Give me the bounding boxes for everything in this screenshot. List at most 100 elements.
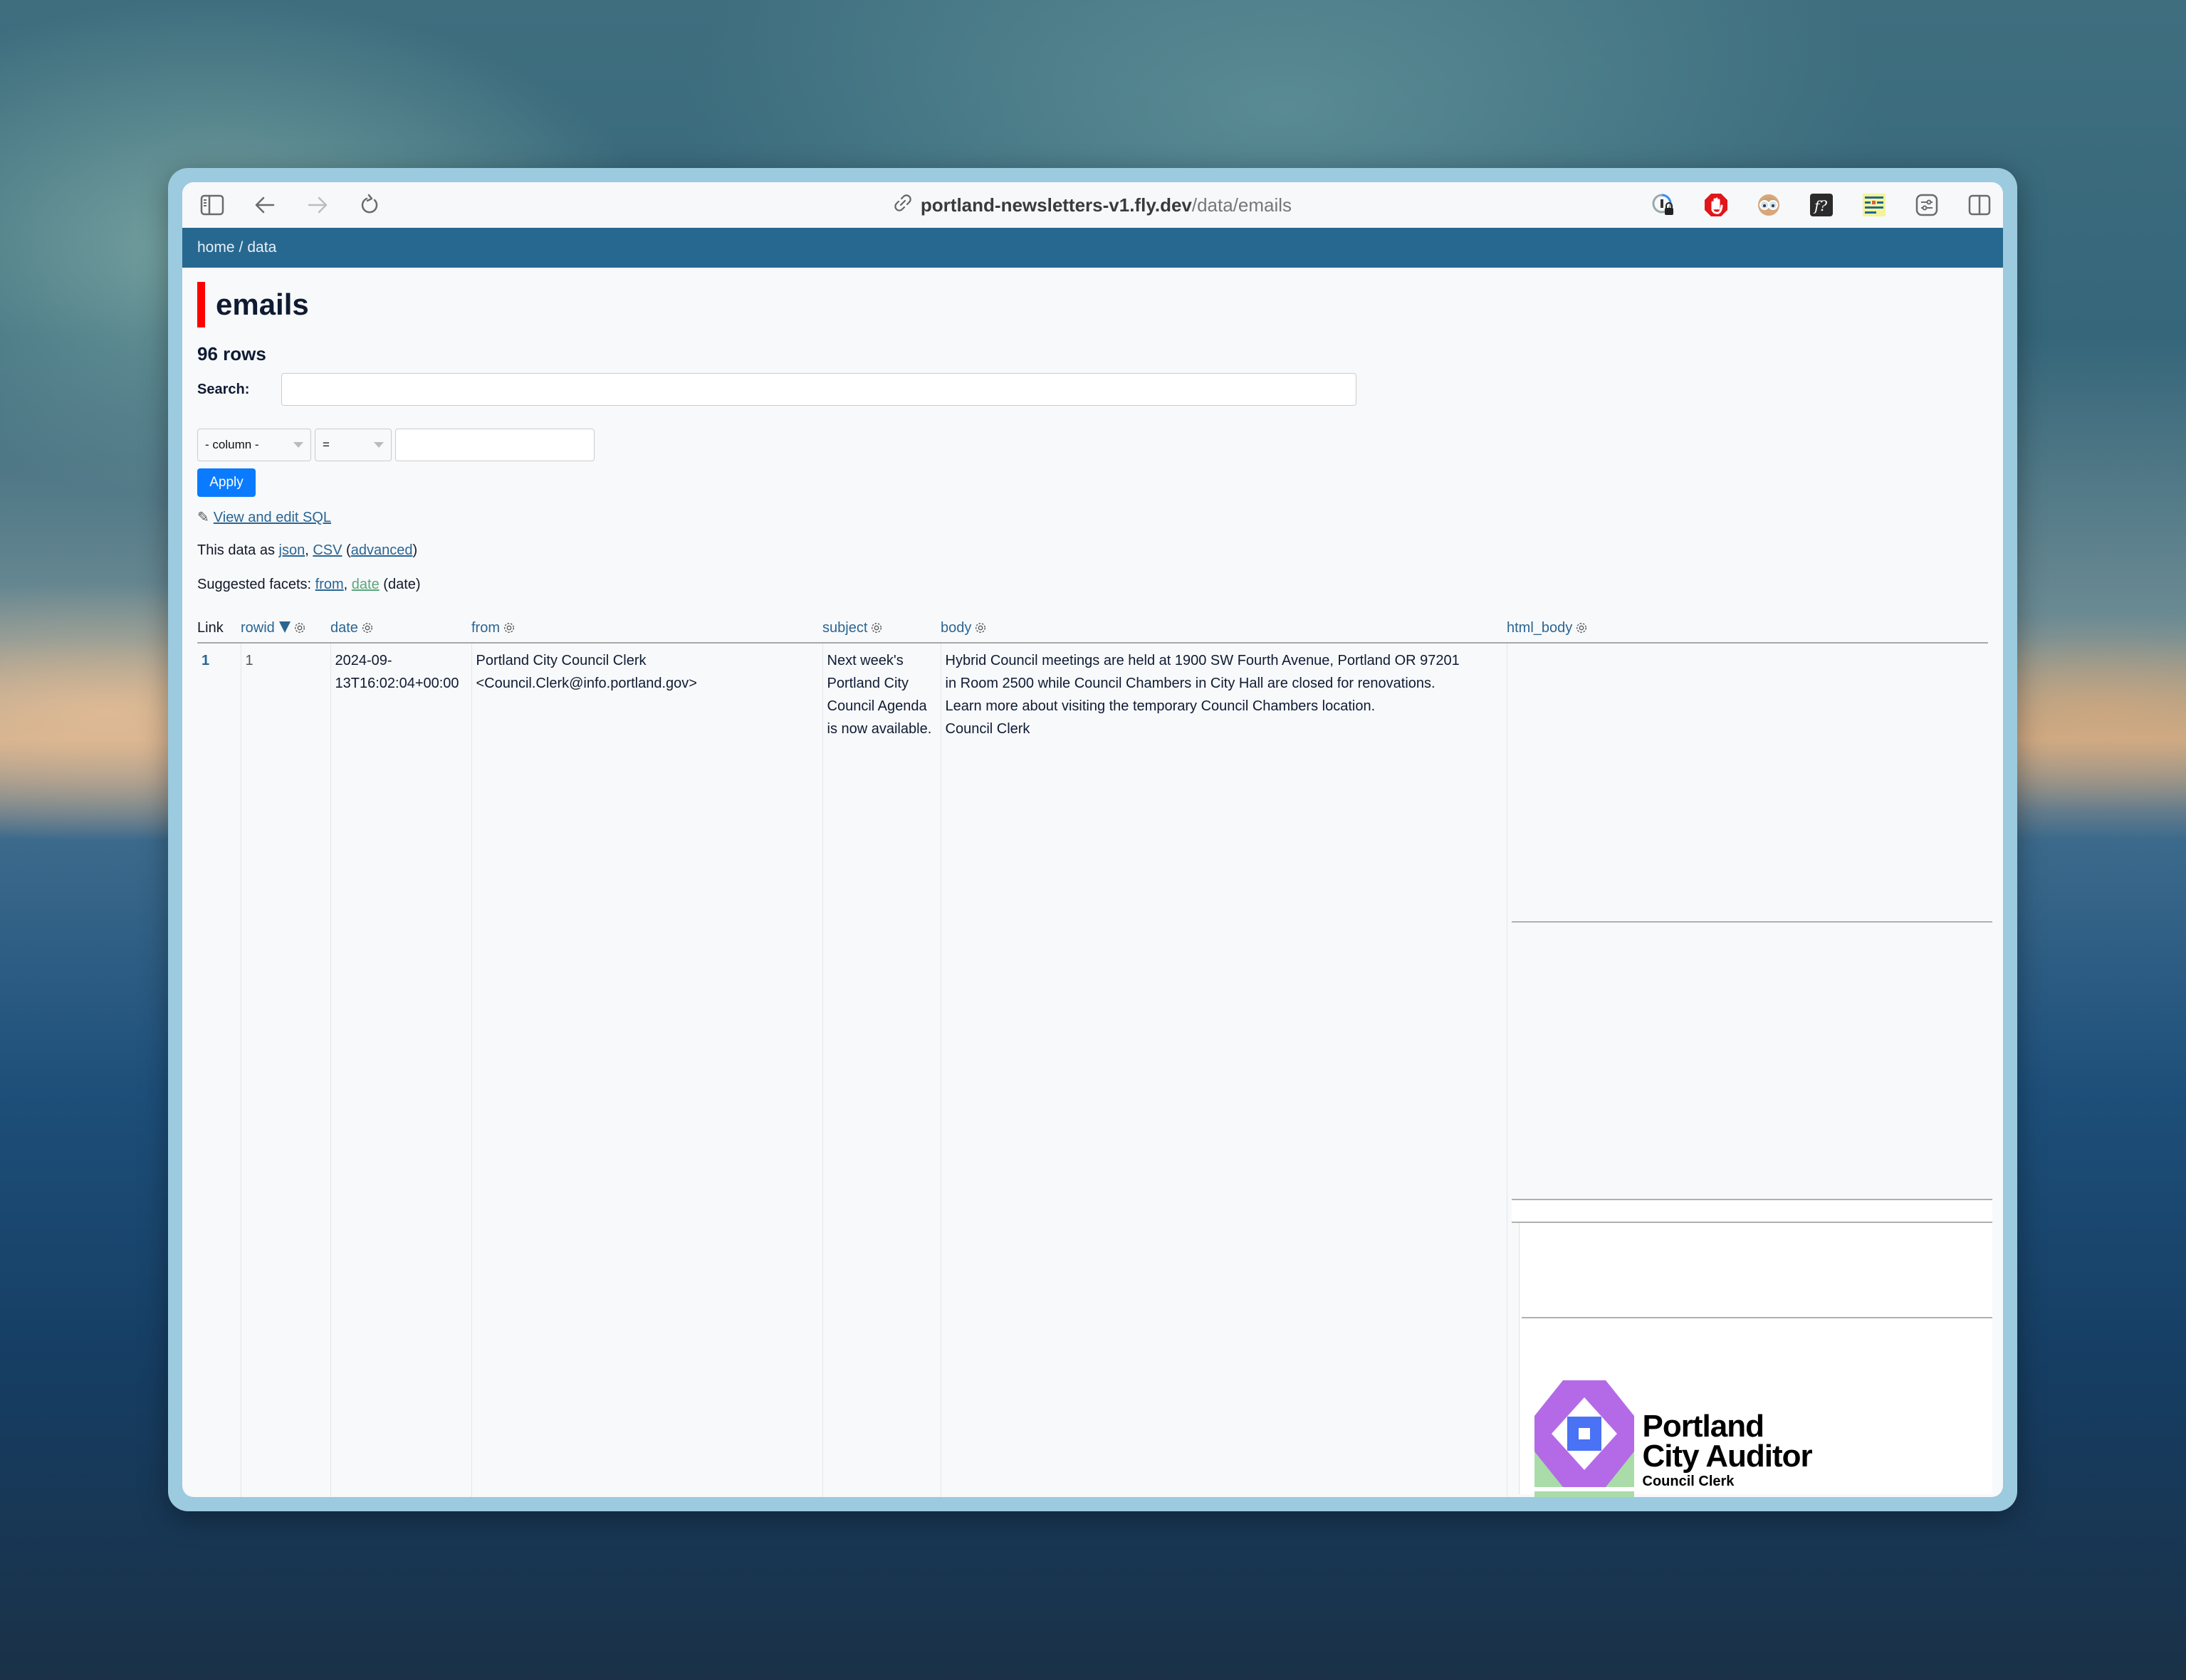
body-line: Council Clerk xyxy=(945,721,1030,737)
body-line: in Room 2500 while Council Chambers in C… xyxy=(945,676,1435,691)
column-label[interactable]: from xyxy=(471,620,500,636)
cell-rowid: 1 xyxy=(240,643,330,1497)
column-header-subject[interactable]: subject xyxy=(822,616,941,644)
gear-icon[interactable] xyxy=(361,621,374,634)
cell-subject: Next week's Portland City Council Agenda… xyxy=(822,643,941,1497)
cell-link: 1 xyxy=(197,643,241,1497)
facets-comma: , xyxy=(343,577,348,592)
column-header-body[interactable]: body xyxy=(941,616,1507,644)
chevron-down-icon xyxy=(374,442,384,448)
paren-open: ( xyxy=(346,542,351,558)
export-comma: , xyxy=(305,542,309,558)
paren-close: ) xyxy=(412,542,418,558)
column-label[interactable]: rowid xyxy=(241,620,275,636)
column-header-date[interactable]: date xyxy=(330,616,471,644)
url-path: /data/emails xyxy=(1191,194,1292,216)
split-view-icon[interactable] xyxy=(1967,192,1992,218)
site-navbar: home / data xyxy=(182,228,2003,268)
from-email: <Council.Clerk@info.portland.gov> xyxy=(476,676,697,691)
svg-text:f?: f? xyxy=(1813,197,1827,214)
settings-sliders-icon[interactable] xyxy=(1914,192,1940,218)
search-label: Search: xyxy=(197,381,250,397)
browser-window: portland-newsletters-v1.fly.dev/data/ema… xyxy=(182,182,2003,1497)
layout-bars-icon[interactable] xyxy=(1861,192,1887,218)
breadcrumb-home[interactable]: home xyxy=(197,239,235,256)
facet-from-link[interactable]: from xyxy=(315,577,344,592)
column-label[interactable]: subject xyxy=(822,620,867,636)
1password-icon[interactable] xyxy=(1651,192,1676,218)
url-host: portland-newsletters-v1.fly.dev xyxy=(920,194,1192,216)
link-icon xyxy=(894,194,912,217)
export-json-link[interactable]: json xyxy=(279,542,305,558)
title-accent-bar xyxy=(197,282,205,327)
sort-desc-icon xyxy=(278,621,291,633)
logo-line-3: Council Clerk xyxy=(1642,1474,1735,1489)
breadcrumb-separator: / xyxy=(239,239,244,256)
column-label[interactable]: body xyxy=(941,620,971,636)
html-divider xyxy=(1511,921,1992,923)
from-name: Portland City Council Clerk xyxy=(476,653,647,668)
fx-question-icon[interactable]: f? xyxy=(1809,192,1834,218)
row-link[interactable]: 1 xyxy=(202,653,209,668)
table-header-row: Link rowid date from subject body html_b… xyxy=(197,616,1988,644)
column-header-from[interactable]: from xyxy=(471,616,822,644)
sidebar-icon[interactable] xyxy=(199,192,225,218)
cell-date: 2024-09- 13T16:02:04+00:00 xyxy=(330,643,471,1497)
apply-button[interactable]: Apply xyxy=(197,468,256,497)
gear-icon[interactable] xyxy=(293,621,306,634)
page-content: emails 96 rows Search: - column - = Appl… xyxy=(197,268,1992,1497)
cell-body: Hybrid Council meetings are held at 1900… xyxy=(940,643,1507,1497)
search-row: Search: xyxy=(197,373,1356,406)
view-sql-link[interactable]: View and edit SQL xyxy=(214,510,331,525)
address-bar[interactable]: portland-newsletters-v1.fly.dev/data/ema… xyxy=(182,182,2003,228)
gear-icon[interactable] xyxy=(870,621,883,634)
facet-date-link[interactable]: date xyxy=(352,577,380,592)
body-line: Hybrid Council meetings are held at 1900… xyxy=(945,653,1460,668)
column-label: Link xyxy=(197,620,224,636)
reader-glasses-icon[interactable] xyxy=(1756,192,1782,218)
html-body-preview[interactable]: Portland City Auditor Council Clerk xyxy=(1503,644,1992,1497)
browser-toolbar: portland-newsletters-v1.fly.dev/data/ema… xyxy=(182,182,2003,228)
column-header-rowid[interactable]: rowid xyxy=(241,616,330,644)
facet-date-type: (date) xyxy=(383,577,421,592)
forward-icon[interactable] xyxy=(305,192,330,218)
back-icon[interactable] xyxy=(252,192,278,218)
date-line: 13T16:02:04+00:00 xyxy=(335,676,459,691)
body-line: Learn more about visiting the temporary … xyxy=(945,698,1376,714)
cell-html-body: Portland City Auditor Council Clerk xyxy=(1506,643,1992,1497)
logo-line-2: City Auditor xyxy=(1642,1439,1813,1474)
cell-from: Portland City Council Clerk <Council.Cler… xyxy=(471,643,822,1497)
column-header-link: Link xyxy=(197,616,241,644)
operator-select[interactable]: = xyxy=(315,429,392,461)
export-advanced-link[interactable]: advanced xyxy=(351,542,413,558)
column-label[interactable]: date xyxy=(330,620,358,636)
adblock-icon[interactable] xyxy=(1703,192,1729,218)
column-label[interactable]: html_body xyxy=(1507,620,1572,636)
export-prefix: This data as xyxy=(197,542,275,558)
logo-line-1: Portland xyxy=(1642,1409,1764,1444)
date-line: 2024-09- xyxy=(335,653,392,668)
search-input[interactable] xyxy=(281,373,1356,406)
facets-prefix: Suggested facets: xyxy=(197,577,312,592)
gear-icon[interactable] xyxy=(974,621,987,634)
page-title: emails xyxy=(197,282,309,327)
column-select-value: - column - xyxy=(205,438,259,451)
filter-value-input[interactable] xyxy=(395,429,595,461)
gear-icon[interactable] xyxy=(1575,621,1588,634)
export-row: This data as json, CSV (advanced) xyxy=(197,542,417,559)
auditor-emblem-icon xyxy=(1534,1380,1634,1497)
suggested-facets: Suggested facets: from, date (date) xyxy=(197,577,421,593)
column-header-html-body[interactable]: html_body xyxy=(1507,616,1988,644)
reload-icon[interactable] xyxy=(357,192,383,218)
export-csv-link[interactable]: CSV xyxy=(313,542,342,558)
column-select[interactable]: - column - xyxy=(197,429,311,461)
row-count: 96 rows xyxy=(197,343,266,364)
portland-city-auditor-logo: Portland City Auditor Council Clerk xyxy=(1534,1380,1813,1497)
pencil-icon: ✎ xyxy=(197,510,209,525)
rows-table: Link rowid date from subject body html_b… xyxy=(197,616,1992,1497)
table-name: emails xyxy=(216,288,309,321)
filter-row: - column - = xyxy=(197,429,595,461)
breadcrumb-data[interactable]: data xyxy=(247,239,276,256)
table-row: 1 1 2024-09- 13T16:02:04+00:00 Portland C… xyxy=(197,643,1992,1497)
gear-icon[interactable] xyxy=(503,621,516,634)
